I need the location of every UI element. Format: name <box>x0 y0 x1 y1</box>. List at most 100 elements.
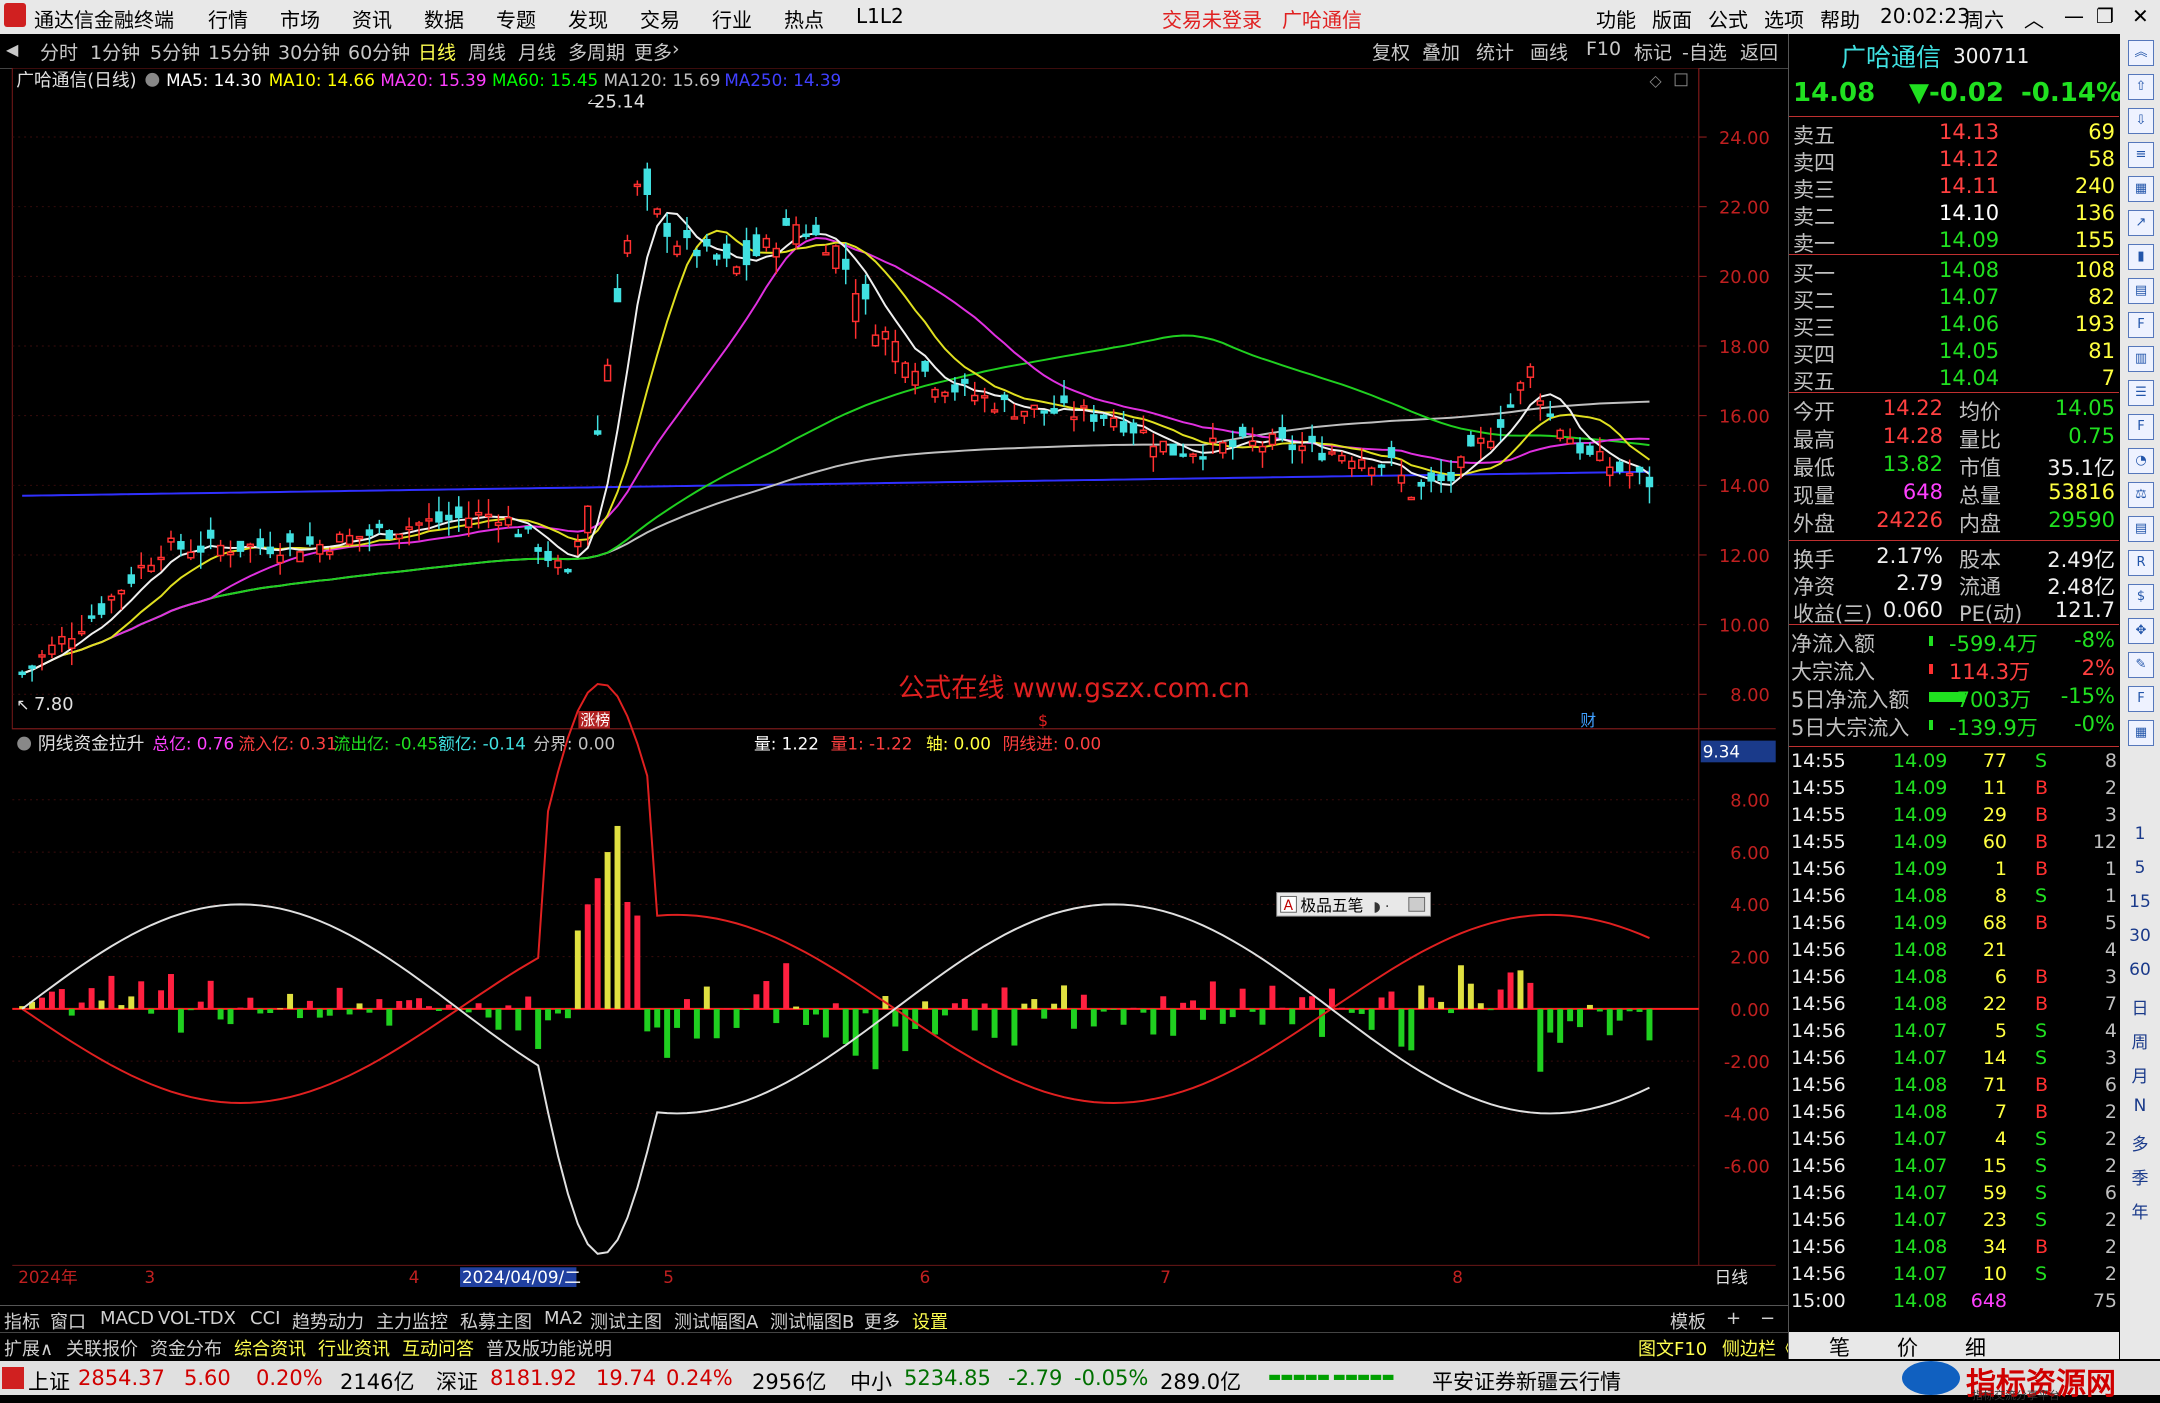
stat-row[interactable]: 最低 13.82 市值 35.1亿 <box>1789 452 2119 480</box>
ask-row[interactable]: 卖四 14.12 58 <box>1789 147 2119 175</box>
menu-hangqing[interactable]: 行情 <box>208 4 248 33</box>
f10-icon[interactable]: F <box>2128 312 2154 338</box>
minimize-icon[interactable]: — <box>2064 4 2084 28</box>
tab-chuangkou[interactable]: 窗口 <box>50 1308 86 1334</box>
indicator-settings-icon[interactable] <box>17 736 32 751</box>
bid-row[interactable]: 买一 14.08 108 <box>1789 258 2119 286</box>
stack-icon[interactable]: ▤ <box>2128 516 2154 542</box>
period-60min[interactable]: 60分钟 <box>348 38 410 65</box>
tick-row[interactable]: 14:56 14.09 68 B 5 <box>1789 912 2119 939</box>
menu-jiaoyi[interactable]: 交易 <box>640 4 680 33</box>
tick-row[interactable]: 14:55 14.09 11 B 2 <box>1789 777 2119 804</box>
flow-row[interactable]: 5日大宗流入 -139.9万 -0% <box>1789 712 2119 740</box>
tab-qushi[interactable]: 趋势动力 <box>292 1308 364 1334</box>
trend-icon[interactable]: ↗ <box>2128 210 2154 236</box>
period-char-button[interactable]: 年 <box>2120 1198 2160 1223</box>
period-char-button[interactable]: 季 <box>2120 1164 2160 1189</box>
period-num-button[interactable]: 30 <box>2120 926 2160 946</box>
list-icon[interactable]: ≡ <box>2128 142 2154 168</box>
period-char-button[interactable]: N <box>2120 1096 2160 1116</box>
tab-hangye-zixun[interactable]: 行业资讯 <box>318 1335 390 1361</box>
tick-row[interactable]: 14:56 14.07 59 S 6 <box>1789 1182 2119 1209</box>
tab-more[interactable]: 更多 <box>864 1308 900 1334</box>
fin-row[interactable]: 净资 2.79 流通 2.48亿 <box>1789 571 2119 599</box>
tab-zonghe[interactable]: 综合资讯 <box>234 1335 306 1361</box>
stat-row[interactable]: 最高 14.28 量比 0.75 <box>1789 424 2119 452</box>
ask-row[interactable]: 卖三 14.11 240 <box>1789 174 2119 202</box>
zoom-in-button[interactable]: + <box>1726 1308 1741 1329</box>
tool-f10[interactable]: F10 <box>1586 38 1621 60</box>
menu-zixun[interactable]: 资讯 <box>352 4 392 33</box>
chevron-up-icon[interactable]: ︽ <box>2128 40 2154 66</box>
candle-icon[interactable]: ▮ <box>2128 244 2154 270</box>
tab-cci[interactable]: CCI <box>250 1308 280 1329</box>
bid-row[interactable]: 买四 14.05 81 <box>1789 339 2119 367</box>
menu-banmian[interactable]: 版面 <box>1652 4 1692 33</box>
period-weekly[interactable]: 周线 <box>468 38 506 65</box>
menu-zhuanti[interactable]: 专题 <box>496 4 536 33</box>
tab-hudong[interactable]: 互动问答 <box>402 1335 474 1361</box>
menu-l1l2[interactable]: L1L2 <box>856 4 904 28</box>
flow-row[interactable]: 净流入额 -599.4万 -8% <box>1789 628 2119 656</box>
stat-row[interactable]: 今开 14.22 均价 14.05 <box>1789 396 2119 424</box>
bid-row[interactable]: 买五 14.04 7 <box>1789 366 2119 394</box>
period-char-button[interactable]: 月 <box>2120 1062 2160 1087</box>
tool-huaxian[interactable]: 画线 <box>1530 38 1568 65</box>
chart-icon[interactable]: ◔ <box>2128 448 2154 474</box>
tool-fanhui[interactable]: 返回 <box>1740 38 1778 65</box>
tab-bi[interactable]: 笔 <box>1829 1332 1850 1362</box>
period-multi[interactable]: 多周期 <box>568 38 625 65</box>
tick-row[interactable]: 14:55 14.09 60 B 12 <box>1789 831 2119 858</box>
ask-row[interactable]: 卖二 14.10 136 <box>1789 201 2119 229</box>
period-char-button[interactable]: 周 <box>2120 1028 2160 1053</box>
period-char-button[interactable]: 多 <box>2120 1130 2160 1155</box>
tick-row[interactable]: 15:00 14.08 648 75 <box>1789 1290 2119 1317</box>
tab-shezhi[interactable]: 设置 <box>912 1308 948 1334</box>
menu-shichang[interactable]: 市场 <box>280 4 320 33</box>
chevron-right-icon[interactable]: › <box>672 38 680 60</box>
rsi-icon[interactable]: R <box>2128 550 2154 576</box>
tab-ma2[interactable]: MA2 <box>544 1308 583 1329</box>
tick-row[interactable]: 14:55 14.09 77 S 8 <box>1789 750 2119 777</box>
tab-macd[interactable]: MACD <box>100 1308 154 1329</box>
menu-bangzhu[interactable]: 帮助 <box>1820 4 1860 33</box>
tick-row[interactable]: 14:56 14.08 8 S 1 <box>1789 885 2119 912</box>
tool-fuquan[interactable]: 复权 <box>1372 38 1410 65</box>
tab-zhibiao[interactable]: 指标 <box>4 1308 40 1334</box>
tab-ceshi-zhutu[interactable]: 测试主图 <box>590 1308 662 1334</box>
move-icon[interactable]: ✥ <box>2128 618 2154 644</box>
tick-row[interactable]: 14:56 14.08 22 B 7 <box>1789 993 2119 1020</box>
tick-row[interactable]: 14:56 14.08 6 B 3 <box>1789 966 2119 993</box>
tick-row[interactable]: 14:56 14.08 7 B 2 <box>1789 1101 2119 1128</box>
menu-redian[interactable]: 热点 <box>784 4 824 33</box>
period-num-button[interactable]: 15 <box>2120 892 2160 912</box>
doc-icon[interactable]: ☰ <box>2128 380 2154 406</box>
fin-row[interactable]: 收益(三) 0.060 PE(动) 121.7 <box>1789 598 2119 626</box>
tab-jia[interactable]: 价 <box>1897 1332 1918 1362</box>
diamond-icon[interactable]: ◇ <box>1649 71 1662 90</box>
scale-icon[interactable]: ⚖ <box>2128 482 2154 508</box>
dollar-icon[interactable]: $ <box>2128 584 2154 610</box>
menu-xuanxiang[interactable]: 选项 <box>1764 4 1804 33</box>
tab-ceshi-b[interactable]: 测试幅图B <box>770 1308 854 1334</box>
tool-biaoji[interactable]: 标记 <box>1634 38 1672 65</box>
tab-guanlian[interactable]: 关联报价 <box>66 1335 138 1361</box>
maximize-icon[interactable]: ❐ <box>2096 4 2114 28</box>
pen-icon[interactable]: ✎ <box>2128 652 2154 678</box>
grid-icon[interactable]: ▦ <box>2128 176 2154 202</box>
menu-gongneng[interactable]: 功能 <box>1596 4 1636 33</box>
fs2-icon[interactable]: F <box>2128 686 2154 712</box>
tick-row[interactable]: 14:56 14.08 71 B 6 <box>1789 1074 2119 1101</box>
tool-zixuan[interactable]: -自选 <box>1682 38 1727 65</box>
bid-row[interactable]: 买二 14.07 82 <box>1789 285 2119 313</box>
collapse-icon[interactable]: ◀ <box>6 40 18 59</box>
tab-tuwen-f10[interactable]: 图文F10 <box>1638 1335 1707 1361</box>
tick-row[interactable]: 14:56 14.07 15 S 2 <box>1789 1155 2119 1182</box>
tick-row[interactable]: 14:56 14.08 21 4 <box>1789 939 2119 966</box>
marker-dollar[interactable]: $ <box>1038 711 1048 730</box>
period-num-button[interactable]: 60 <box>2120 960 2160 980</box>
tick-row[interactable]: 14:56 14.09 1 B 1 <box>1789 858 2119 885</box>
tab-xi[interactable]: 细 <box>1965 1332 1986 1362</box>
settings-circle-icon[interactable] <box>145 72 160 87</box>
zx-label[interactable]: 中小 <box>850 1366 892 1396</box>
